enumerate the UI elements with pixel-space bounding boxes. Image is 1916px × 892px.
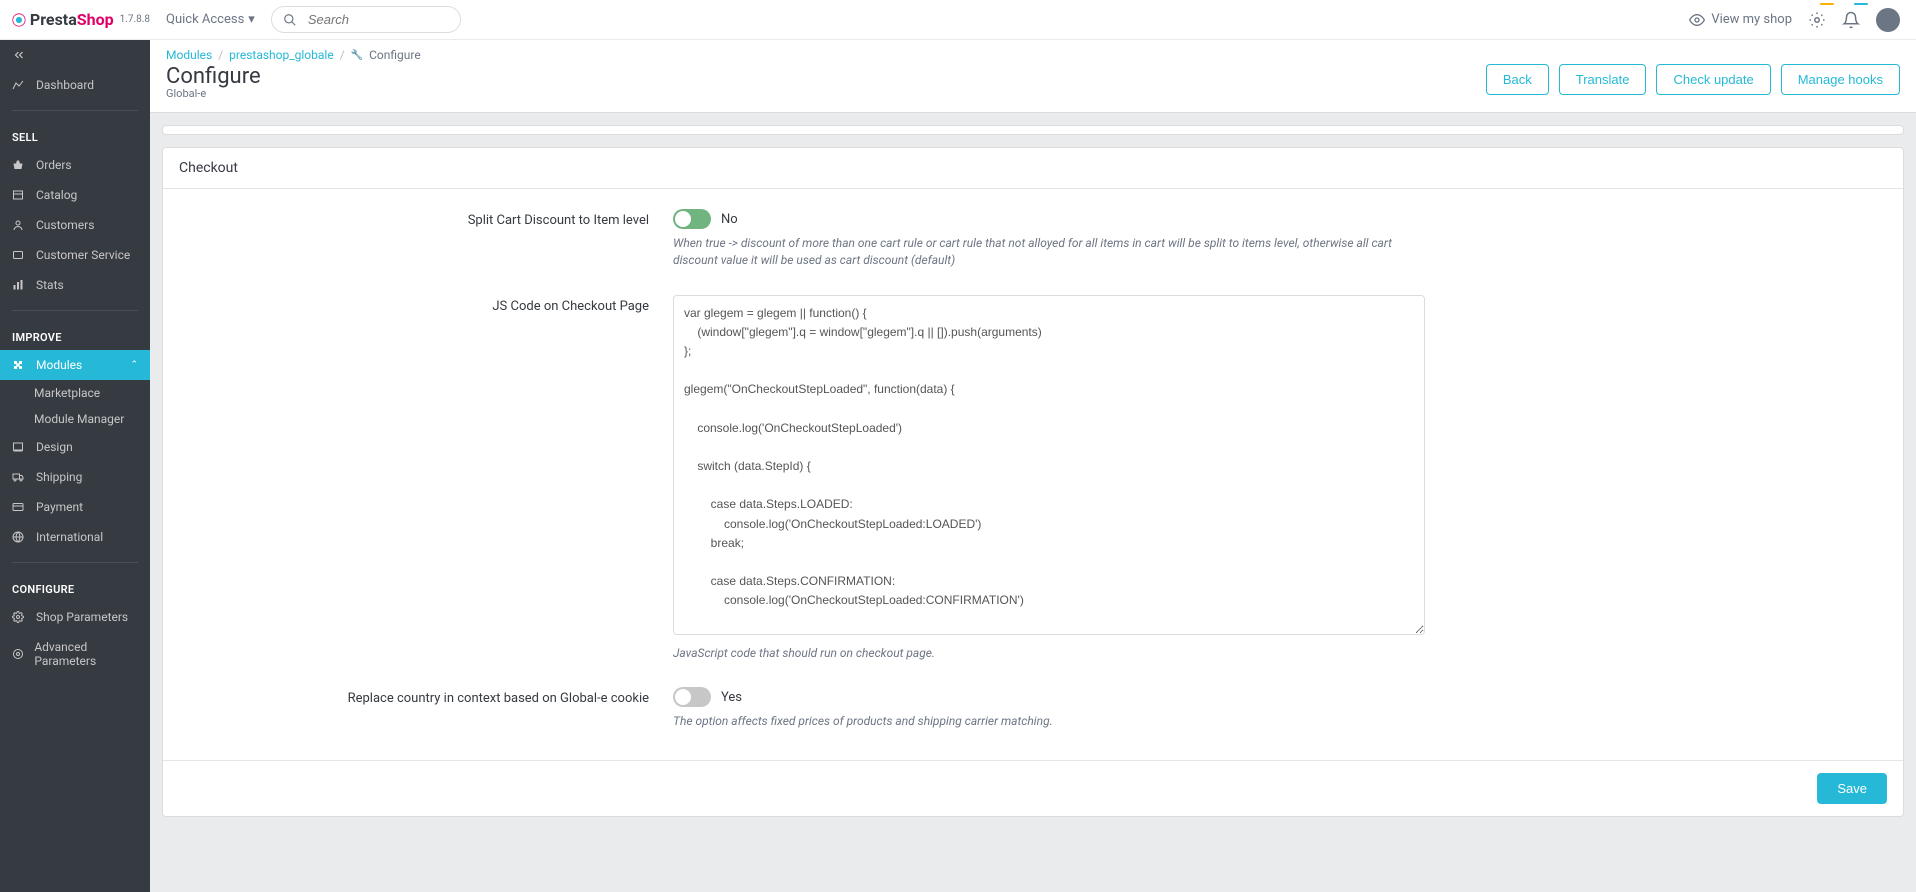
puzzle-icon: [12, 359, 26, 371]
wrench-icon: 🔧: [351, 50, 363, 61]
sidebar-item-customer-service[interactable]: Customer Service: [0, 240, 150, 270]
js-code-textarea[interactable]: [673, 295, 1425, 635]
sidebar-item-international[interactable]: International: [0, 522, 150, 552]
replace-country-label: Replace country in context based on Glob…: [183, 687, 673, 730]
replace-country-value: Yes: [721, 690, 742, 705]
sidebar-item-label: Modules: [36, 358, 82, 372]
replace-country-help: The option affects fixed prices of produ…: [673, 713, 1425, 730]
sidebar-item-label: Advanced Parameters: [34, 640, 138, 668]
breadcrumb-current: Configure: [369, 48, 421, 62]
js-code-help: JavaScript code that should run on check…: [673, 645, 1425, 662]
sidebar-item-catalog[interactable]: Catalog: [0, 180, 150, 210]
breadcrumb: Modules / prestashop_globale / 🔧 Configu…: [166, 48, 1900, 62]
sidebar-item-label: Catalog: [36, 188, 77, 202]
sidebar-item-dashboard[interactable]: Dashboard: [0, 70, 150, 100]
page-title: Configure: [166, 64, 261, 89]
sidebar-item-advanced-parameters[interactable]: Advanced Parameters: [0, 632, 150, 676]
notification-badge: [1854, 3, 1868, 5]
truck-icon: [12, 471, 26, 483]
notifications-icon[interactable]: [1842, 11, 1860, 29]
shopping-basket-icon: [12, 159, 26, 171]
logo-text-presta: Presta: [30, 10, 77, 29]
manage-hooks-button[interactable]: Manage hooks: [1781, 64, 1900, 95]
view-shop-label: View my shop: [1711, 12, 1792, 27]
translate-button[interactable]: Translate: [1559, 64, 1647, 95]
chevron-down-icon: ▾: [248, 12, 255, 27]
stats-icon: [12, 279, 26, 291]
view-shop-link[interactable]: View my shop: [1689, 12, 1792, 28]
credit-card-icon: [12, 501, 26, 513]
sidebar-section-improve: IMPROVE: [0, 321, 150, 350]
sidebar-item-label: Orders: [36, 158, 72, 172]
split-cart-label: Split Cart Discount to Item level: [183, 209, 673, 269]
sidebar-item-label: Dashboard: [36, 78, 94, 92]
sidebar-item-label: Payment: [36, 500, 83, 514]
sidebar-item-label: Customer Service: [36, 248, 130, 262]
split-cart-toggle[interactable]: [673, 209, 711, 229]
sidebar-item-modules[interactable]: Modules ⌃: [0, 350, 150, 380]
sidebar-item-orders[interactable]: Orders: [0, 150, 150, 180]
user-icon: [12, 219, 26, 231]
quick-access-label: Quick Access: [166, 12, 244, 27]
sidebar-item-stats[interactable]: Stats: [0, 270, 150, 300]
main: Modules / prestashop_globale / 🔧 Configu…: [150, 40, 1916, 829]
js-code-label: JS Code on Checkout Page: [183, 295, 673, 662]
notification-badge: [1820, 3, 1834, 5]
sidebar-item-label: Shipping: [36, 470, 82, 484]
maintenance-icon[interactable]: [1808, 11, 1826, 29]
back-button[interactable]: Back: [1486, 64, 1549, 95]
design-icon: [12, 441, 26, 453]
previous-panel-edge: [162, 125, 1904, 135]
breadcrumb-modules[interactable]: Modules: [166, 48, 212, 62]
catalog-icon: [12, 189, 26, 201]
checkout-panel: Checkout Split Cart Discount to Item lev…: [162, 147, 1904, 817]
sidebar-section-configure: CONFIGURE: [0, 573, 150, 602]
panel-title: Checkout: [163, 148, 1903, 189]
logo[interactable]: PrestaShop 1.7.8.8: [0, 10, 150, 29]
sidebar-item-customers[interactable]: Customers: [0, 210, 150, 240]
sidebar-item-label: International: [36, 530, 103, 544]
sidebar-item-design[interactable]: Design: [0, 432, 150, 462]
sidebar-item-label: Customers: [36, 218, 94, 232]
eye-icon: [1689, 12, 1705, 28]
quick-access-dropdown[interactable]: Quick Access ▾: [150, 12, 271, 27]
dashboard-icon: [12, 79, 26, 91]
sidebar-item-label: Design: [36, 440, 73, 454]
globe-icon: [12, 531, 26, 543]
avatar[interactable]: [1876, 8, 1900, 32]
headset-icon: [12, 249, 26, 261]
search-icon: [283, 13, 297, 27]
sidebar-item-label: Stats: [36, 278, 64, 292]
logo-icon: [12, 11, 26, 29]
split-cart-help: When true -> discount of more than one c…: [673, 235, 1425, 269]
sidebar-item-payment[interactable]: Payment: [0, 492, 150, 522]
chevron-up-icon: ⌃: [130, 360, 138, 370]
page-header: Modules / prestashop_globale / 🔧 Configu…: [150, 40, 1916, 113]
sidebar: Dashboard SELL Orders Catalog Customers …: [0, 40, 150, 892]
logo-text-shop: Shop: [77, 10, 114, 29]
replace-country-toggle[interactable]: [673, 687, 711, 707]
sidebar-subitem-module-manager[interactable]: Module Manager: [0, 406, 150, 432]
collapse-sidebar-button[interactable]: [0, 40, 150, 70]
gear-icon: [12, 611, 26, 623]
version-label: 1.7.8.8: [120, 14, 150, 25]
sidebar-item-label: Shop Parameters: [36, 610, 128, 624]
search-wrap: [271, 6, 461, 33]
save-button[interactable]: Save: [1817, 773, 1887, 804]
breadcrumb-module[interactable]: prestashop_globale: [229, 48, 334, 62]
check-update-button[interactable]: Check update: [1656, 64, 1770, 95]
sidebar-item-shop-parameters[interactable]: Shop Parameters: [0, 602, 150, 632]
search-input[interactable]: [271, 6, 461, 33]
top-header: PrestaShop 1.7.8.8 Quick Access ▾ View m…: [0, 0, 1916, 40]
sidebar-section-sell: SELL: [0, 121, 150, 150]
sidebar-subitem-marketplace[interactable]: Marketplace: [0, 380, 150, 406]
chevron-left-icon: [12, 48, 26, 62]
sliders-icon: [12, 648, 24, 660]
split-cart-value: No: [721, 212, 738, 227]
sidebar-item-shipping[interactable]: Shipping: [0, 462, 150, 492]
